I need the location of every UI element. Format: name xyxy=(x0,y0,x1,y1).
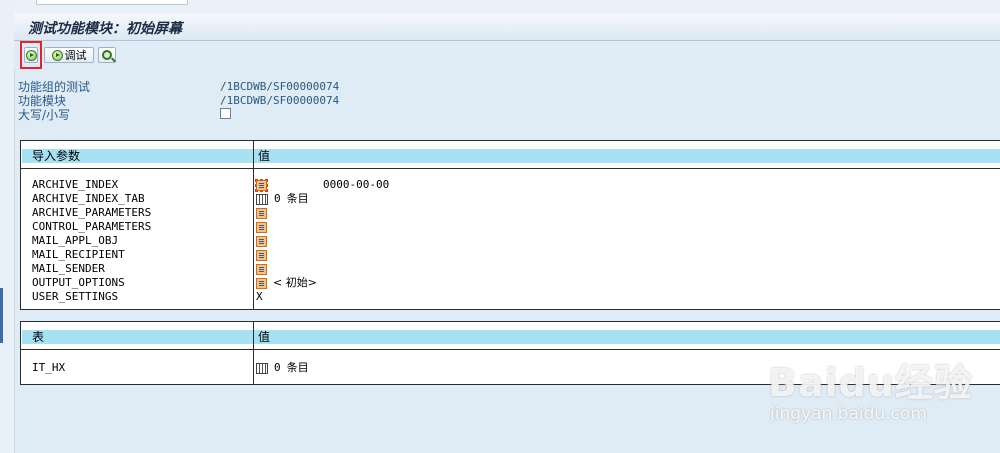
param-row[interactable]: MAIL_APPL_OBJ xyxy=(21,234,1000,248)
import-params-header: 导入参数 值 xyxy=(21,141,1000,169)
execute-button[interactable] xyxy=(24,47,38,63)
param-name: CONTROL_PARAMETERS xyxy=(32,220,152,233)
import-params-name-header: 导入参数 xyxy=(22,149,261,163)
info-value-function-module: /1BCDWB/SF00000074 xyxy=(220,94,340,107)
entry-count: 0 xyxy=(274,192,281,205)
param-name: ARCHIVE_INDEX xyxy=(32,178,119,191)
left-strip xyxy=(0,0,15,453)
param-row[interactable]: MAIL_RECIPIENT xyxy=(21,248,1000,262)
param-row[interactable]: USER_SETTINGS X xyxy=(21,290,1000,304)
param-row[interactable]: OUTPUT_OPTIONS < 初始> xyxy=(21,276,1000,290)
baidu-watermark: Baidu经验 xyxy=(768,361,973,405)
table-name: IT_HX xyxy=(32,361,66,374)
structure-icon[interactable] xyxy=(256,235,267,247)
param-name: ARCHIVE_INDEX_TAB xyxy=(32,192,145,205)
table-icon[interactable] xyxy=(256,193,268,205)
top-bar xyxy=(14,0,1000,14)
structure-icon[interactable] xyxy=(256,207,267,219)
page-title: 测试功能模块：初始屏幕 xyxy=(28,21,182,37)
execute-icon xyxy=(25,49,37,61)
tables-header: 表 值 xyxy=(21,322,1000,350)
param-value: < 初始> xyxy=(273,276,317,289)
tab-stub[interactable] xyxy=(36,0,188,5)
baidu-watermark-url: jingyan.baidu.com xyxy=(770,404,927,424)
left-strip-marker xyxy=(0,288,3,343)
structure-icon[interactable] xyxy=(256,221,267,233)
param-name: USER_SETTINGS xyxy=(32,290,119,303)
debug-button[interactable]: 调试 xyxy=(44,47,94,63)
title-bar: 测试功能模块：初始屏幕 xyxy=(14,14,1000,41)
info-value-group-test: /1BCDWB/SF00000074 xyxy=(220,80,340,93)
entry-count: 0 xyxy=(274,361,281,374)
structure-icon[interactable] xyxy=(255,178,268,192)
tables-name-header: 表 xyxy=(22,330,261,344)
structure-icon[interactable] xyxy=(256,249,267,261)
param-row[interactable]: ARCHIVE_INDEX_TAB 0 条目 xyxy=(21,192,1000,206)
table-icon[interactable] xyxy=(256,362,268,374)
param-name: OUTPUT_OPTIONS xyxy=(32,276,125,289)
import-params-value-header: 值 xyxy=(255,149,1000,163)
structure-icon[interactable] xyxy=(256,277,267,289)
param-name: ARCHIVE_PARAMETERS xyxy=(32,206,152,219)
param-row[interactable]: MAIL_SENDER xyxy=(21,262,1000,276)
entry-unit: 条目 xyxy=(286,192,309,205)
case-sensitive-checkbox[interactable] xyxy=(220,108,231,119)
structure-icon[interactable] xyxy=(256,263,267,275)
param-name: MAIL_SENDER xyxy=(32,262,105,275)
param-name: MAIL_RECIPIENT xyxy=(32,248,125,261)
debug-icon xyxy=(51,49,63,61)
import-params-panel: 导入参数 值 ARCHIVE_INDEX 0000-00-00 ARCHIVE_… xyxy=(20,140,1000,310)
find-button[interactable] xyxy=(98,47,116,63)
tables-value-header: 值 xyxy=(255,330,1000,344)
param-name: MAIL_APPL_OBJ xyxy=(32,234,119,247)
param-row[interactable]: ARCHIVE_PARAMETERS xyxy=(21,206,1000,220)
debug-label: 调试 xyxy=(64,49,87,62)
param-value: X xyxy=(256,290,263,303)
entry-unit: 条目 xyxy=(286,361,309,374)
magnifier-icon xyxy=(102,50,112,60)
param-row[interactable]: ARCHIVE_INDEX 0000-00-00 xyxy=(21,178,1000,192)
param-row[interactable]: CONTROL_PARAMETERS xyxy=(21,220,1000,234)
param-value: 0000-00-00 xyxy=(323,178,390,191)
toolbar: 调试 xyxy=(14,41,1000,69)
info-label-case: 大写/小写 xyxy=(18,108,71,122)
